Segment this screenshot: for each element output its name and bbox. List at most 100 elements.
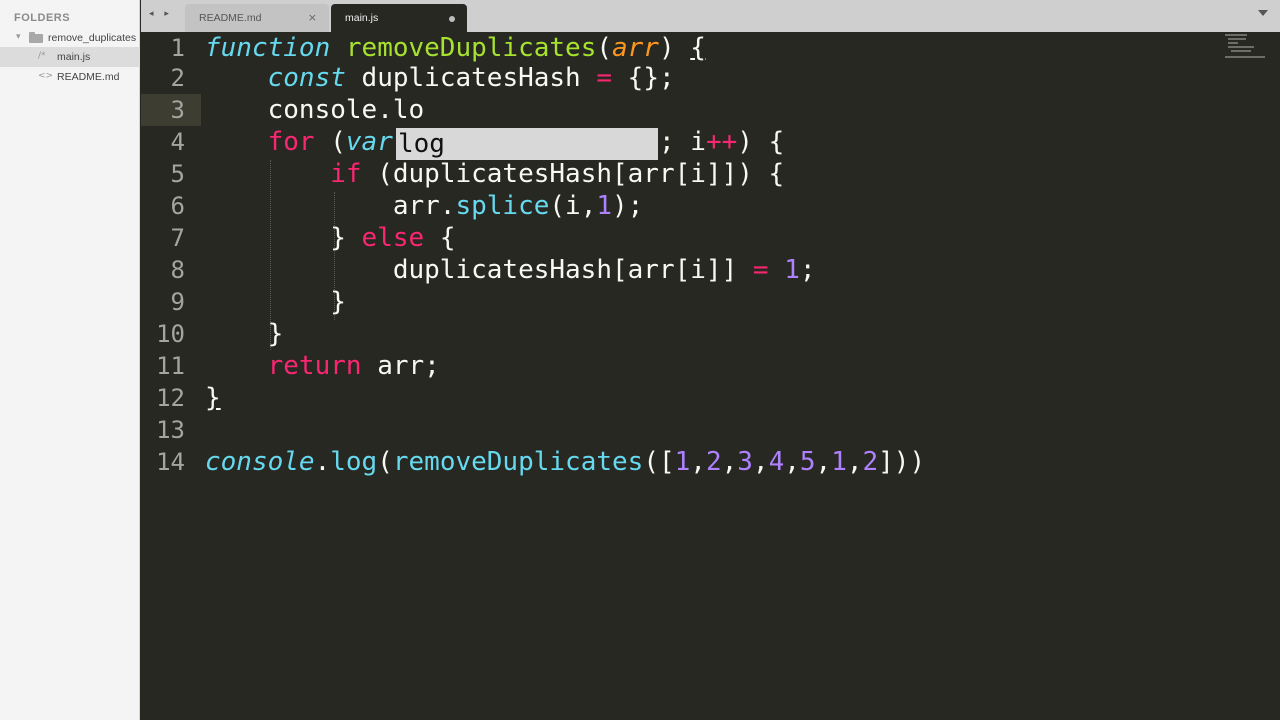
code-text: ); bbox=[612, 191, 644, 221]
tab-menu-chevron-icon[interactable] bbox=[1258, 10, 1268, 16]
code-text: ) { bbox=[737, 127, 785, 157]
comma: , bbox=[752, 447, 769, 477]
operator: = bbox=[752, 255, 769, 285]
code-text: ( bbox=[377, 447, 393, 477]
keyword-const: const bbox=[267, 63, 346, 93]
comma: , bbox=[721, 447, 738, 477]
code-text: console.lo bbox=[267, 95, 425, 125]
file-name: README.md bbox=[57, 71, 120, 83]
sidebar-file-main-js[interactable]: /* main.js bbox=[0, 47, 140, 67]
function-name: removeDuplicates bbox=[345, 33, 597, 63]
keyword-if: if bbox=[330, 159, 362, 189]
code-text: } bbox=[330, 223, 362, 253]
line-number: 9 bbox=[170, 288, 185, 316]
tab-main-js[interactable]: main.js bbox=[331, 4, 467, 32]
code-line-1: function removeDuplicates(arr) { bbox=[205, 32, 706, 64]
code-line-2: const duplicatesHash = {}; bbox=[205, 62, 675, 94]
tab-nav-arrows-icon[interactable]: ◂ ▸ bbox=[149, 9, 173, 19]
line-number: 7 bbox=[170, 224, 185, 252]
number: 2 bbox=[862, 447, 879, 477]
method-name: splice bbox=[455, 191, 550, 221]
code-text: { bbox=[424, 223, 456, 253]
function-call: removeDuplicates bbox=[392, 447, 644, 477]
code-line-12: } bbox=[205, 382, 221, 414]
code-editor[interactable]: 1 2 3 4 5 6 7 8 9 10 11 12 13 14 functio… bbox=[141, 32, 1280, 720]
tab-readme[interactable]: README.md × bbox=[185, 4, 329, 32]
line-number: 8 bbox=[170, 256, 185, 284]
keyword-for: for bbox=[267, 127, 315, 157]
chevron-down-icon: ▾ bbox=[16, 32, 21, 42]
comma: , bbox=[846, 447, 863, 477]
number: 1 bbox=[831, 447, 847, 477]
unsaved-dot-icon[interactable] bbox=[449, 16, 455, 22]
code-line-3: console.lo bbox=[205, 94, 425, 126]
code-text: ( bbox=[314, 127, 346, 157]
file-name: main.js bbox=[57, 51, 91, 63]
code-line-6: arr.splice(i,1); bbox=[205, 190, 643, 222]
comma: , bbox=[815, 447, 832, 477]
folders-header: FOLDERS bbox=[14, 12, 71, 24]
minimap-line bbox=[1228, 42, 1238, 44]
folder-row-remove-duplicates[interactable]: ▾ remove_duplicates bbox=[0, 28, 140, 48]
line-number: 10 bbox=[156, 320, 185, 348]
tab-label: main.js bbox=[345, 12, 379, 24]
keyword-function: function bbox=[205, 33, 331, 63]
code-text: ])) bbox=[878, 447, 926, 477]
code-text: . bbox=[314, 447, 331, 477]
code-text: (i, bbox=[549, 191, 597, 221]
keyword-return: return bbox=[267, 351, 362, 381]
minimap-line bbox=[1228, 38, 1246, 40]
close-icon[interactable]: × bbox=[308, 11, 317, 24]
number: 5 bbox=[799, 447, 816, 477]
autocomplete-suggestion[interactable]: log bbox=[398, 128, 445, 160]
code-line-7: } else { bbox=[205, 222, 455, 254]
code-text: ([ bbox=[643, 447, 675, 477]
console-object: console bbox=[205, 447, 315, 477]
code-line-14: console.log(removeDuplicates([1,2,3,4,5,… bbox=[205, 446, 925, 478]
minimap-line bbox=[1225, 56, 1265, 58]
paren-close: ) bbox=[658, 33, 675, 63]
sidebar: FOLDERS ▾ remove_duplicates /* main.js <… bbox=[0, 0, 140, 720]
code-line-11: return arr; bbox=[205, 350, 440, 382]
line-number: 1 bbox=[170, 34, 185, 62]
operator: ++ bbox=[705, 127, 738, 157]
code-text: ; bbox=[799, 255, 816, 285]
code-line-5: if (duplicatesHash[arr[i]]) { bbox=[205, 158, 784, 190]
line-number: 13 bbox=[156, 416, 185, 444]
minimap-line bbox=[1225, 34, 1247, 36]
markup-file-icon: <> bbox=[38, 71, 54, 81]
minimap-line bbox=[1231, 50, 1251, 52]
code-line-8: duplicatesHash[arr[i]] = 1; bbox=[205, 254, 816, 286]
code-text: (duplicatesHash[arr[i]]) { bbox=[361, 159, 785, 189]
line-number: 14 bbox=[156, 448, 185, 476]
code-text: } bbox=[330, 287, 346, 317]
line-number: 3 bbox=[170, 96, 185, 124]
line-number: 11 bbox=[156, 352, 185, 380]
keyword-var: var bbox=[345, 127, 393, 157]
line-number: 5 bbox=[170, 160, 185, 188]
minimap[interactable] bbox=[1223, 32, 1273, 62]
sidebar-file-readme[interactable]: <> README.md bbox=[0, 67, 140, 87]
code-text: } bbox=[267, 319, 284, 349]
js-file-icon: /* bbox=[38, 51, 46, 61]
code-line-10: } bbox=[205, 318, 284, 350]
number: 1 bbox=[784, 255, 800, 285]
number: 2 bbox=[705, 447, 722, 477]
autocomplete-popup[interactable]: log bbox=[396, 128, 658, 160]
minimap-line bbox=[1228, 46, 1254, 48]
number: 3 bbox=[737, 447, 753, 477]
parameter: arr bbox=[612, 33, 659, 63]
code-text: } bbox=[205, 383, 221, 413]
code-text: arr. bbox=[392, 191, 456, 221]
comma: , bbox=[784, 447, 800, 477]
line-number: 2 bbox=[170, 64, 185, 92]
keyword-else: else bbox=[361, 223, 425, 253]
operator: = bbox=[596, 63, 613, 93]
code-text: {}; bbox=[612, 63, 675, 93]
code-text: duplicatesHash bbox=[345, 63, 597, 93]
code-line-9: } bbox=[205, 286, 346, 318]
line-number: 6 bbox=[170, 192, 185, 220]
tab-label: README.md bbox=[199, 12, 262, 24]
number: 1 bbox=[674, 447, 691, 477]
code-text: arr; bbox=[361, 351, 440, 381]
